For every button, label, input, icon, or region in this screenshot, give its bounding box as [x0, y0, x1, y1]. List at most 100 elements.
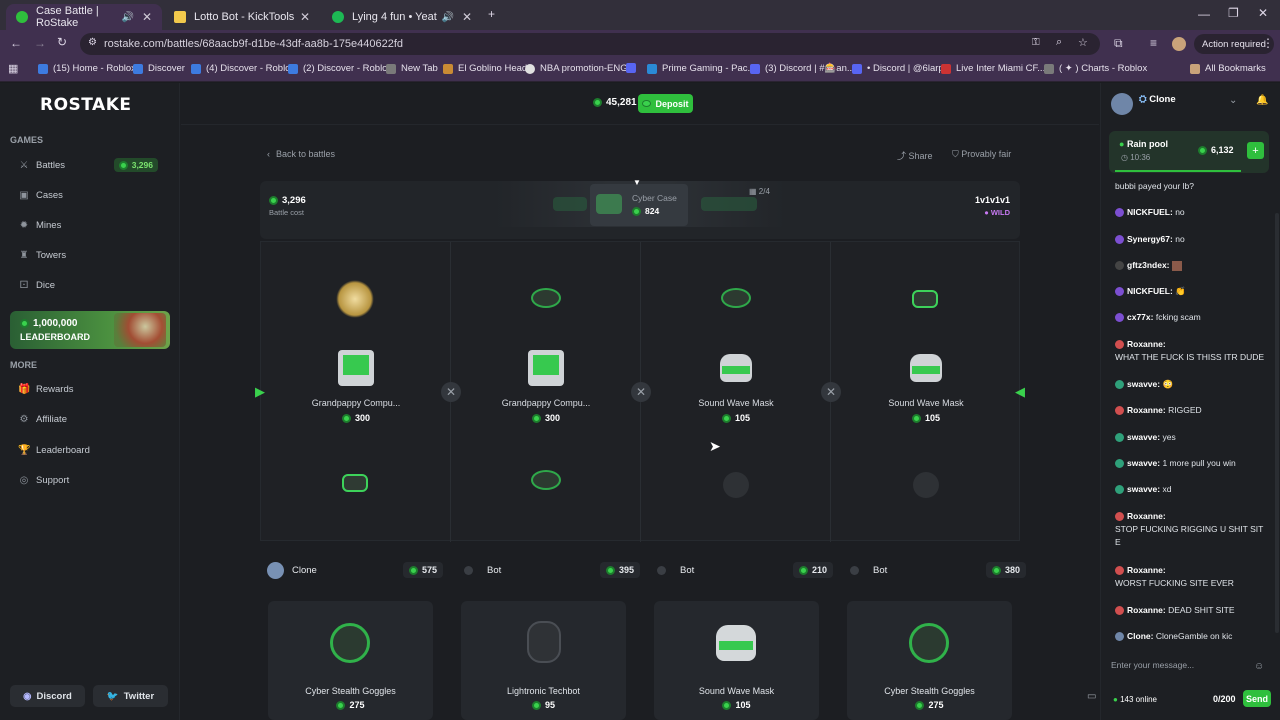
bookmark[interactable]: (2) Discover - Roblox: [288, 63, 392, 74]
avatar[interactable]: [1111, 93, 1133, 115]
forward-icon[interactable]: →: [34, 36, 46, 50]
reload-icon[interactable]: ↻: [57, 35, 67, 49]
emoji-icon[interactable]: ☺: [1254, 661, 1264, 672]
close-tab-icon[interactable]: ✕: [462, 10, 472, 24]
leaderboard-banner[interactable]: 1,000,000 LEADERBOARD: [10, 311, 170, 349]
rain-pool: ● Rain pool ◷ 10:36 6,132 +: [1109, 131, 1269, 173]
chat-message: swavve: xd: [1115, 483, 1271, 496]
close-tab-icon[interactable]: ✕: [300, 10, 310, 24]
bookmark[interactable]: (3) Discord | #🎰an...: [750, 63, 855, 74]
bell-icon[interactable]: 🔔: [1256, 95, 1268, 106]
coin-icon: [991, 565, 1001, 575]
chat-input[interactable]: Enter your message...: [1111, 660, 1271, 676]
sidebar-item-affiliate[interactable]: ⚙ Affiliate: [18, 414, 67, 425]
techbot-icon: [527, 621, 561, 663]
tab-rostake[interactable]: Case Battle | RoStake 🔊 ✕: [6, 4, 162, 30]
current-case[interactable]: Cyber Case 824: [590, 184, 688, 226]
twitter-button[interactable]: 🐦 Twitter: [93, 685, 168, 707]
url-bar[interactable]: ⚙ rostake.com/battles/68aacb9f-d1be-43df…: [80, 33, 1100, 55]
close-window-icon[interactable]: ✕: [1258, 6, 1268, 20]
chat-scrollbar[interactable]: [1275, 213, 1279, 633]
goggles-icon: [909, 623, 949, 663]
menu-icon[interactable]: ⋮: [1262, 36, 1274, 50]
provably-fair-button[interactable]: ⛉ Provably fair: [952, 149, 1011, 160]
item-card[interactable]: Sound Wave Mask 105: [654, 601, 819, 720]
all-bookmarks[interactable]: All Bookmarks: [1190, 63, 1266, 74]
pointer-right-icon: ▶: [255, 384, 265, 399]
trophy-icon: 🏆: [18, 445, 31, 456]
back-icon[interactable]: ←: [10, 36, 22, 50]
deposit-button[interactable]: Deposit: [638, 94, 693, 113]
bookmark[interactable]: [626, 63, 641, 73]
battle-info-bar: 3,296 Battle cost Cyber Case 824 ▼ ▦ 2/4…: [260, 178, 1020, 239]
maximize-icon[interactable]: ❐: [1228, 6, 1239, 20]
chevron-left-icon: ‹: [267, 149, 270, 159]
chevron-down-icon[interactable]: ⌄: [1229, 95, 1237, 106]
sidebar-item-mines[interactable]: ✹ Mines: [18, 220, 62, 231]
affiliate-icon: ⚙: [19, 414, 29, 425]
sidebar-item-rewards[interactable]: 🎁 Rewards: [18, 384, 74, 395]
sidebar-item-leaderboard[interactable]: 🏆 Leaderboard: [18, 445, 90, 456]
tip-rain-button[interactable]: +: [1247, 142, 1264, 159]
speaker-icon[interactable]: 🔊: [441, 12, 453, 23]
extensions-icon[interactable]: ⧉: [1114, 36, 1123, 51]
new-tab-icon[interactable]: +: [488, 7, 495, 21]
tab-kicktools[interactable]: Lotto Bot - KickTools ✕: [164, 4, 320, 30]
bookmark[interactable]: (4) Discover - Roblox: [191, 63, 295, 74]
discord-button[interactable]: ◉ Discord: [10, 685, 85, 707]
battle-cost-label: Battle cost: [269, 208, 305, 217]
sidebar-item-support[interactable]: ◎ Support: [18, 475, 70, 486]
bookmark[interactable]: New Tab: [386, 63, 438, 74]
coin-icon: [531, 413, 541, 423]
versus-icon: ✕: [631, 382, 651, 402]
speaker-icon[interactable]: 🔊: [121, 12, 133, 23]
minimize-icon[interactable]: —: [1198, 7, 1210, 21]
sidebar-item-cases[interactable]: ▣ Cases: [18, 190, 63, 201]
back-to-battles-link[interactable]: ‹ Back to battles: [267, 149, 335, 159]
bookmark[interactable]: Prime Gaming - Pac...: [647, 63, 755, 74]
zoom-icon[interactable]: ⌕: [1056, 36, 1062, 49]
bookmark[interactable]: ( ✦ ) Charts - Roblox: [1044, 63, 1147, 74]
close-tab-icon[interactable]: ✕: [142, 10, 152, 24]
tab-spotify[interactable]: Lying 4 fun • Yeat 🔊 ✕: [322, 4, 482, 30]
goggles-icon: [531, 470, 561, 490]
coin-icon: [605, 565, 615, 575]
rostake-logo[interactable]: ROSTAKE: [40, 95, 132, 115]
sidebar-item-dice[interactable]: ⚀ Dice: [18, 280, 55, 291]
coin-icon: [408, 565, 418, 575]
chat-message: Roxanne: RIGGED: [1115, 404, 1271, 417]
chat-toggle-icon[interactable]: ▭: [1087, 691, 1096, 702]
item-card[interactable]: Cyber Stealth Goggles 275: [847, 601, 1012, 720]
grandpappy-computer-icon: [528, 350, 564, 386]
coin-icon: [911, 413, 921, 423]
case-reel: Cyber Case 824 ▼ ▦ 2/4: [495, 178, 785, 227]
bookmark[interactable]: Discover: [133, 63, 185, 74]
mouse-cursor-icon: ➤: [709, 438, 721, 454]
battle-main: 45,281 Deposit ‹ Back to battles ⤴ Share …: [181, 83, 1099, 720]
share-button[interactable]: ⤴ Share: [897, 149, 933, 162]
site-info-icon[interactable]: ⚙: [88, 37, 97, 48]
sidebar: ROSTAKE GAMES ⚔ Battles 3,296 ▣ Cases ✹ Mi…: [0, 83, 192, 720]
bookmark[interactable]: (15) Home - Roblox: [38, 63, 136, 74]
sidebar-item-towers[interactable]: ♜ Towers: [18, 250, 67, 261]
media-icon[interactable]: ≡: [1150, 36, 1157, 50]
avatar: [267, 561, 284, 579]
bookmark[interactable]: • Discord | @6larp: [852, 63, 944, 74]
chat-user[interactable]: ⛭ Clone: [1139, 94, 1176, 105]
bookmark[interactable]: NBA promotion-ENG: [525, 63, 628, 74]
apps-icon[interactable]: ▦: [8, 62, 18, 75]
bookmarks-bar: ▦ (15) Home - Roblox Discover (4) Discov…: [0, 58, 1280, 82]
bookmark-star-icon[interactable]: ☆: [1078, 36, 1088, 49]
coin-icon: [722, 700, 732, 710]
shield-icon: ⛉: [952, 149, 959, 159]
item-card[interactable]: Lightronic Techbot 95: [461, 601, 626, 720]
player-bot: Bot 380: [850, 558, 1026, 582]
bookmark[interactable]: El Goblino Head: [443, 63, 527, 74]
chat-message: swavve: 1 more pull you win: [1115, 457, 1271, 470]
sidebar-item-battles[interactable]: ⚔ Battles 3,296: [18, 158, 158, 172]
profile-avatar[interactable]: [1172, 37, 1186, 51]
bookmark[interactable]: Live Inter Miami CF...: [941, 63, 1045, 74]
item-card[interactable]: Cyber Stealth Goggles 275: [268, 601, 433, 720]
send-button[interactable]: Send: [1243, 690, 1271, 707]
key-icon[interactable]: ⚿: [1032, 37, 1040, 48]
